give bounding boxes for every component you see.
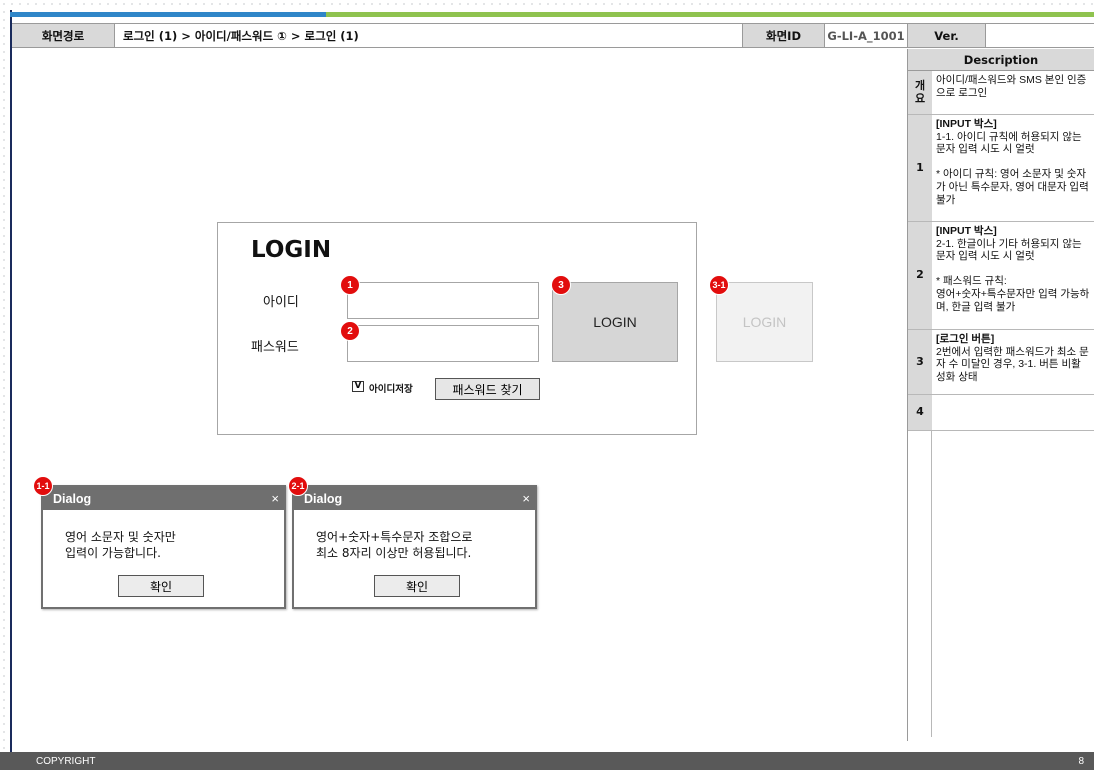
screen-path: 로그인 (1) > 아이디/패스워드 ① > 로그인 (1) <box>115 24 743 47</box>
screen-id-label: 화면ID <box>743 24 825 47</box>
description-row-3: 3 [로그인 버튼] 2번에서 입력한 패스워드가 최소 문자 수 미달인 경우,… <box>908 330 1094 395</box>
dialog-titlebar: Dialog × <box>43 487 284 510</box>
description-text: 2번에서 입력한 패스워드가 최소 문자 수 미달인 경우, 3-1. 버튼 비… <box>936 345 1089 383</box>
description-row-num-empty <box>908 431 932 737</box>
screen-id: G-LI-A_1001 <box>825 24 908 47</box>
dialog-title: Dialog <box>53 491 92 506</box>
top-accent-bar-green <box>326 12 1094 17</box>
password-input[interactable] <box>347 325 539 362</box>
description-title-text: [로그인 버튼] <box>936 333 995 345</box>
id-label: 아이디 <box>263 295 299 310</box>
description-text: 아이디/패스워드와 SMS 본인 인증으로 로그인 <box>936 74 1087 99</box>
close-icon[interactable]: × <box>522 491 530 506</box>
copyright-text: COPYRIGHT <box>36 755 96 767</box>
version-label: Ver. <box>908 24 986 47</box>
description-text: 2-1. 한글이나 기타 허용되지 않는 문자 입력 시도 시 얼럿 * 패스워… <box>936 237 1090 313</box>
annotation-badge-1-1: 1-1 <box>33 476 53 496</box>
header-table: 화면경로 로그인 (1) > 아이디/패스워드 ① > 로그인 (1) 화면ID… <box>12 23 1094 48</box>
dialog-id-alert: Dialog × 영어 소문자 및 숫자만 입력이 가능합니다. 확인 <box>41 485 286 609</box>
description-row-num: 3 <box>908 330 932 394</box>
annotation-badge-3-1: 3-1 <box>709 275 729 295</box>
login-title: LOGIN <box>251 237 332 263</box>
description-row-4: 4 <box>908 395 1094 431</box>
dialog-ok-button[interactable]: 확인 <box>118 575 204 597</box>
find-password-button[interactable]: 패스워드 찾기 <box>435 378 540 400</box>
description-row-text: [로그인 버튼] 2번에서 입력한 패스워드가 최소 문자 수 미달인 경우, 3… <box>932 330 1094 394</box>
annotation-badge-3: 3 <box>551 275 571 295</box>
dialog-message: 영어+숫자+특수문자 조합으로 최소 8자리 이상만 허용됩니다. <box>316 530 473 560</box>
login-button[interactable]: LOGIN <box>552 282 678 362</box>
description-row-empty <box>908 431 1094 737</box>
close-icon[interactable]: × <box>271 491 279 506</box>
login-button-disabled: LOGIN <box>716 282 813 362</box>
password-label: 패스워드 <box>251 340 299 355</box>
annotation-badge-1: 1 <box>340 275 360 295</box>
description-row-text: 아이디/패스워드와 SMS 본인 인증으로 로그인 <box>932 71 1094 114</box>
description-row-overview: 개 요 아이디/패스워드와 SMS 본인 인증으로 로그인 <box>908 71 1094 115</box>
description-title: Description <box>908 49 1094 71</box>
page-number: 8 <box>1078 755 1084 767</box>
description-row-num: 1 <box>908 115 932 221</box>
top-accent-bar-blue <box>10 12 326 17</box>
description-row-text: [INPUT 박스] 1-1. 아이디 규칙에 허용되지 않는 문자 입력 시도 … <box>932 115 1094 221</box>
description-text: 1-1. 아이디 규칙에 허용되지 않는 문자 입력 시도 시 얼럿 * 아이디… <box>936 130 1089 206</box>
dialog-ok-button[interactable]: 확인 <box>374 575 460 597</box>
dialog-message: 영어 소문자 및 숫자만 입력이 가능합니다. <box>65 530 176 560</box>
description-row-1: 1 [INPUT 박스] 1-1. 아이디 규칙에 허용되지 않는 문자 입력 시… <box>908 115 1094 222</box>
description-row-num: 4 <box>908 395 932 430</box>
description-title-text: [INPUT 박스] <box>936 118 997 130</box>
description-row-text <box>932 395 940 430</box>
version-value <box>986 24 1094 47</box>
description-title-text: [INPUT 박스] <box>936 225 997 237</box>
annotation-badge-2: 2 <box>340 321 360 341</box>
dialog-title: Dialog <box>304 491 343 506</box>
description-row-2: 2 [INPUT 박스] 2-1. 한글이나 기타 허용되지 않는 문자 입력 … <box>908 222 1094 330</box>
dialog-password-alert: Dialog × 영어+숫자+특수문자 조합으로 최소 8자리 이상만 허용됩니… <box>292 485 537 609</box>
remember-id-label: 아이디저장 <box>369 384 413 395</box>
id-input[interactable] <box>347 282 539 319</box>
description-panel: Description 개 요 아이디/패스워드와 SMS 본인 인증으로 로그… <box>907 49 1094 741</box>
description-row-num: 개 요 <box>908 71 932 114</box>
remember-id-checkbox[interactable]: V <box>352 381 364 392</box>
annotation-badge-2-1: 2-1 <box>288 476 308 496</box>
path-label: 화면경로 <box>12 24 115 47</box>
footer-bar: COPYRIGHT 8 <box>0 752 1094 770</box>
dialog-titlebar: Dialog × <box>294 487 535 510</box>
description-row-num: 2 <box>908 222 932 329</box>
description-row-text: [INPUT 박스] 2-1. 한글이나 기타 허용되지 않는 문자 입력 시도… <box>932 222 1094 329</box>
